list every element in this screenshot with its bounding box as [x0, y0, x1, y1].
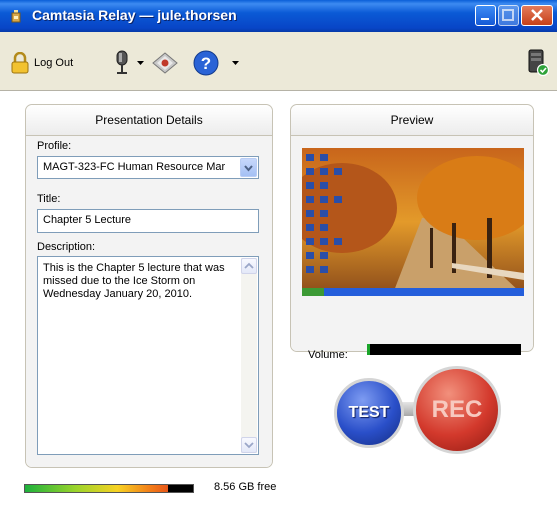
chevron-down-icon [244, 165, 253, 172]
title-input[interactable]: Chapter 5 Lecture [37, 209, 259, 233]
record-button[interactable]: REC [413, 366, 501, 454]
title-label: Title: [37, 193, 61, 205]
microphone-dropdown-arrow-icon[interactable] [137, 61, 145, 67]
disk-free-label: 8.56 GB free [214, 481, 277, 493]
logout-label: Log Out [34, 57, 74, 69]
close-button[interactable] [521, 5, 553, 26]
preview-body: Volume: [291, 136, 533, 361]
description-textarea[interactable]: This is the Chapter 5 lecture that was m… [37, 256, 259, 455]
description-value: This is the Chapter 5 lecture that was m… [43, 262, 225, 300]
toolbar: Log Out ? [0, 32, 557, 90]
svg-text:?: ? [201, 54, 211, 73]
presentation-details-heading: Presentation Details [26, 105, 272, 136]
window-title: Camtasia Relay — jule.thorsen [32, 7, 237, 23]
server-status-icon [528, 49, 549, 77]
scroll-up-button[interactable] [241, 258, 257, 274]
help-dropdown-arrow-icon[interactable] [232, 61, 240, 67]
preview-heading: Preview [291, 105, 533, 136]
profile-dropdown-button[interactable] [240, 158, 257, 177]
volume-label: Volume: [308, 349, 348, 361]
presentation-details-body: Profile: MAGT-323-FC Human Resource Mar … [26, 136, 272, 467]
gem-icon[interactable] [152, 52, 178, 74]
title-bar[interactable]: Camtasia Relay — jule.thorsen [0, 0, 557, 32]
rec-label: REC [431, 396, 483, 423]
presentation-details-panel: Presentation Details Profile: MAGT-323-F… [25, 104, 273, 468]
client-area: Presentation Details Profile: MAGT-323-F… [0, 90, 557, 505]
disk-space-remaining [167, 485, 193, 492]
title-value: Chapter 5 Lecture [43, 214, 132, 226]
microphone-icon[interactable] [113, 50, 131, 76]
chevron-up-icon [244, 262, 254, 269]
lock-icon [11, 52, 29, 74]
disk-space-meter [24, 484, 194, 493]
profile-label: Profile: [37, 140, 72, 152]
preview-panel: Preview Volume: [290, 104, 534, 361]
test-label: TEST [348, 404, 390, 421]
test-button[interactable]: TEST [334, 378, 404, 448]
test-rec-controls: TEST REC [330, 362, 501, 457]
minimize-icon [481, 18, 489, 20]
close-icon [531, 9, 543, 21]
help-icon[interactable]: ? [193, 50, 219, 76]
volume-meter [367, 344, 521, 355]
logout-button[interactable]: Log Out [10, 52, 73, 74]
screen-preview-image [302, 148, 524, 296]
maximize-button[interactable] [498, 5, 519, 26]
profile-select[interactable]: MAGT-323-FC Human Resource Mar [37, 156, 259, 179]
volume-level [367, 344, 371, 355]
camtasia-relay-icon [11, 10, 21, 23]
description-label: Description: [37, 241, 96, 253]
maximize-icon [502, 9, 514, 21]
description-scrollbar[interactable] [241, 258, 257, 453]
scroll-down-button[interactable] [241, 437, 257, 453]
profile-value: MAGT-323-FC Human Resource Mar [43, 161, 226, 173]
chevron-down-icon [244, 442, 254, 449]
minimize-button[interactable] [475, 5, 496, 26]
app-window: Camtasia Relay — jule.thorsen Log Out ? … [0, 0, 557, 505]
